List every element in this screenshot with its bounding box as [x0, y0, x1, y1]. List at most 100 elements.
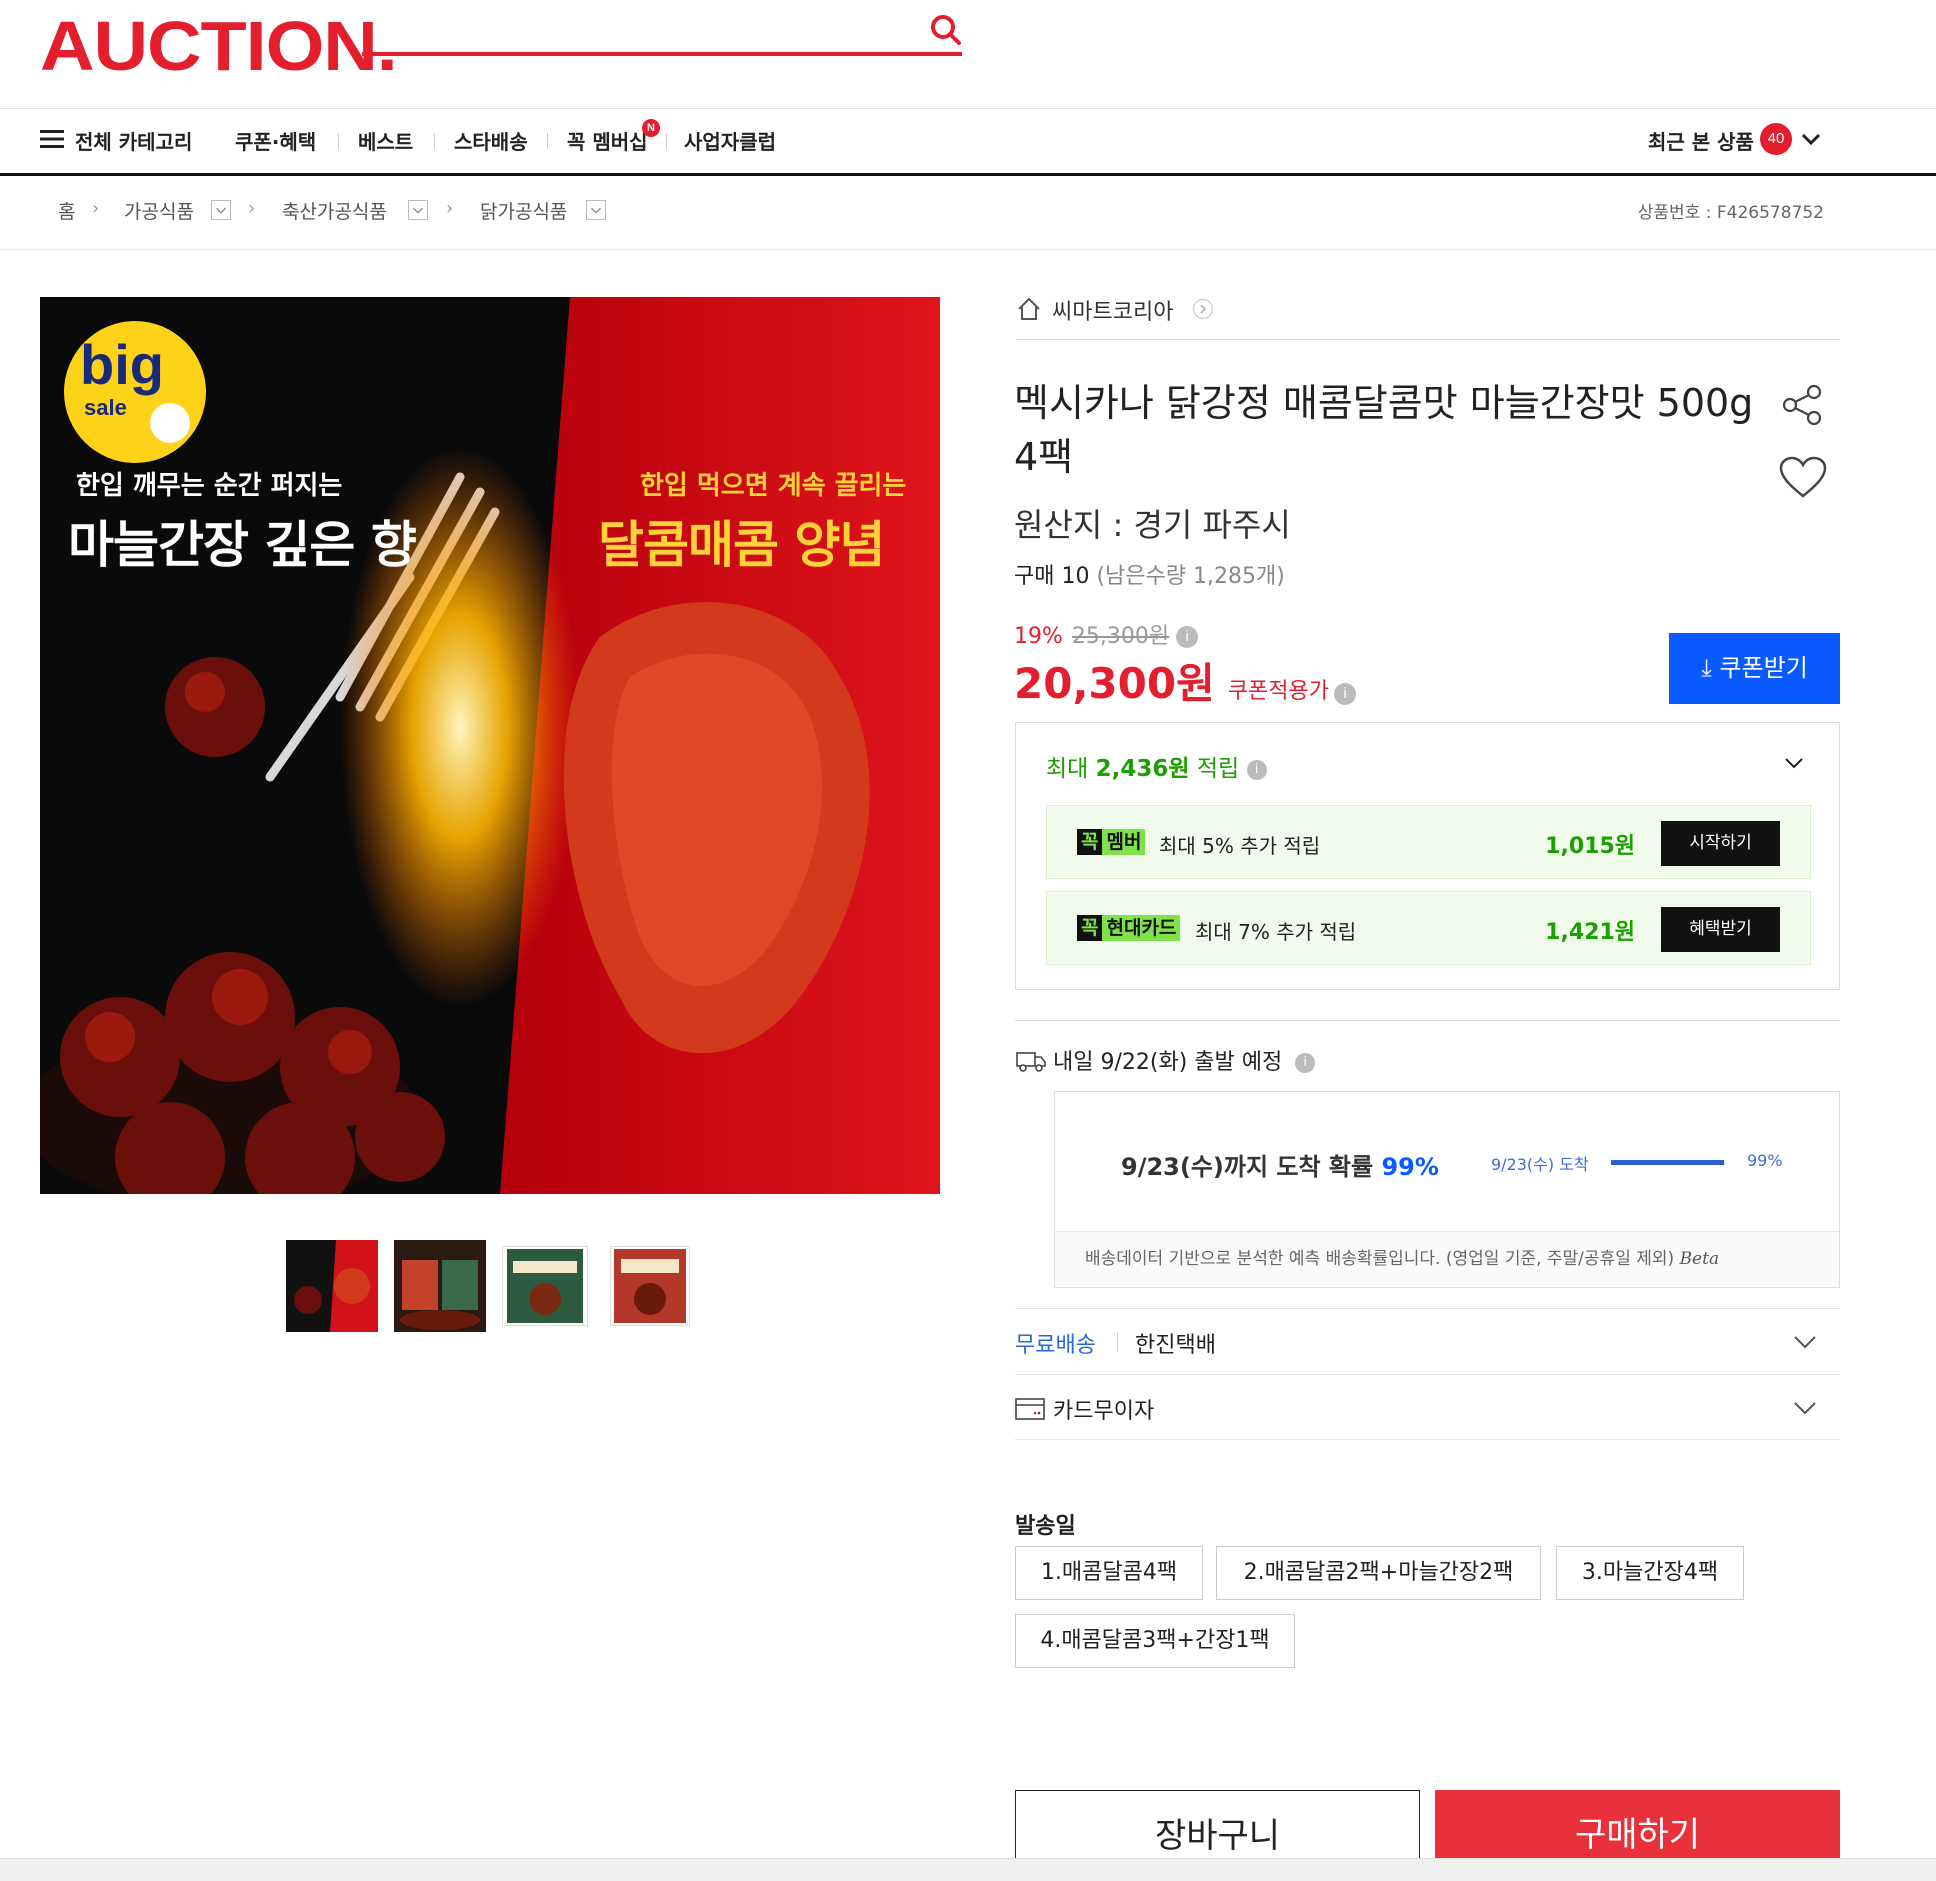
- max-points[interactable]: 최대 2,436원 적립 i: [1046, 749, 1267, 783]
- option-button-4[interactable]: 4.매콤달콤3팩+간장1팩: [1015, 1614, 1295, 1668]
- points-suffix: 적립: [1196, 756, 1240, 782]
- thumbnail-4[interactable]: [610, 1246, 690, 1326]
- member-tag: 꼭 멤버: [1077, 829, 1146, 855]
- original-price: 25,300원: [1071, 624, 1170, 649]
- free-shipping-label: 무료배송: [1015, 1333, 1096, 1358]
- arrival-progress-track: [1611, 1160, 1725, 1165]
- product-title: 멕시카나 닭강정 매콤달콤맛 마늘간장맛 500g 4팩: [1014, 381, 1754, 479]
- chevron-down-icon[interactable]: [1800, 130, 1822, 148]
- purchase-label: 구매 10: [1014, 564, 1090, 589]
- coupon-download-button[interactable]: ⤓ 쿠폰받기: [1669, 633, 1840, 704]
- card-installment-row[interactable]: 카드무이자: [1015, 1374, 1840, 1440]
- horizontal-scrollbar[interactable]: [0, 1858, 1936, 1881]
- coupon-button-label: 쿠폰받기: [1719, 654, 1808, 682]
- chevron-down-icon[interactable]: [1792, 1329, 1818, 1355]
- download-icon: ⤓: [1701, 654, 1712, 682]
- nav-coupon-benefit[interactable]: 쿠폰·혜택: [235, 126, 316, 155]
- share-icon[interactable]: [1780, 382, 1826, 428]
- badge-sale-text: sale: [84, 395, 127, 420]
- recent-products-link[interactable]: 최근 본 상품: [1648, 126, 1754, 155]
- dropdown-icon[interactable]: [586, 200, 606, 220]
- info-icon[interactable]: i: [1295, 1053, 1316, 1073]
- nav-divider: [434, 133, 435, 149]
- main-product-image[interactable]: big sale 한입 깨무는 순간 퍼지는 마늘간장 깊은 향 한입 먹으면 …: [40, 297, 940, 1194]
- image-right-subtitle: 한입 먹으면 계속 끌리는: [640, 471, 907, 501]
- badge-big-text: big: [80, 333, 164, 396]
- product-number: 상품번호 : F426578752: [1637, 203, 1824, 223]
- points-prefix: 최대: [1046, 756, 1089, 782]
- chevron-right-circle-icon[interactable]: [1192, 298, 1214, 320]
- heart-icon[interactable]: [1778, 456, 1828, 500]
- search-icon[interactable]: [928, 12, 964, 48]
- points-amount: 2,436원: [1095, 756, 1190, 782]
- info-icon[interactable]: i: [1334, 682, 1357, 705]
- nav-business-club[interactable]: 사업자클럽: [684, 126, 776, 155]
- nav-membership[interactable]: 꼭 멤버십: [567, 126, 648, 155]
- coupon-price-note: 쿠폰적용가: [1227, 679, 1330, 704]
- arrival-note: 배송데이터 기반으로 분석한 예측 배송확률입니다. (영업일 기준, 주말/공…: [1085, 1249, 1720, 1269]
- chevron-right-icon: ›: [248, 198, 256, 219]
- dropdown-icon[interactable]: [408, 200, 428, 220]
- dropdown-icon[interactable]: [211, 200, 231, 220]
- sale-price: 20,300원: [1014, 659, 1215, 708]
- store-home-icon: [1018, 297, 1040, 320]
- auction-logo[interactable]: AUCTION.: [40, 6, 398, 86]
- origin-info: 원산지 : 경기 파주시: [1014, 506, 1291, 544]
- thumbnail-3[interactable]: [502, 1246, 588, 1326]
- shipping-fee-row[interactable]: 무료배송 한진택배: [1015, 1308, 1840, 1374]
- option-button-1[interactable]: 1.매콤달콤4팩: [1015, 1546, 1203, 1600]
- recent-count-badge: 40: [1760, 123, 1792, 155]
- points-box: 최대 2,436원 적립 i 꼭 멤버 최대 5% 추가 적립 1,015원 시작…: [1015, 722, 1840, 990]
- card-icon: [1015, 1398, 1045, 1420]
- nav-divider: [547, 133, 548, 149]
- divider: [1117, 1332, 1118, 1352]
- image-left-subtitle: 한입 깨무는 순간 퍼지는: [76, 471, 343, 501]
- chevron-down-icon[interactable]: [1782, 753, 1806, 773]
- breadcrumb-item[interactable]: 축산가공식품: [282, 197, 387, 224]
- info-icon[interactable]: i: [1246, 759, 1267, 780]
- nav-star-delivery[interactable]: 스타배송: [454, 126, 528, 155]
- big-sale-badge: big sale: [64, 321, 206, 463]
- main-nav: 전체 카테고리 쿠폰·혜택 베스트 스타배송 꼭 멤버십 N 사업자클럽 최근 …: [0, 108, 1936, 176]
- departure-text: 내일 9/22(화) 출발 예정: [1053, 1050, 1283, 1075]
- nav-divider: [338, 133, 339, 149]
- chevron-down-icon[interactable]: [1792, 1395, 1818, 1421]
- search-input[interactable]: [362, 52, 962, 56]
- arrival-bar-pct: 99%: [1747, 1151, 1783, 1170]
- benefit-button[interactable]: 혜택받기: [1661, 907, 1780, 952]
- image-left-title: 마늘간장 깊은 향: [68, 516, 417, 574]
- bunny-icon: [150, 403, 190, 443]
- seller-name[interactable]: 씨마트코리아: [1052, 294, 1173, 326]
- option-button-3[interactable]: 3.마늘간장4팩: [1556, 1546, 1744, 1600]
- seller-row[interactable]: 씨마트코리아: [1016, 290, 1840, 340]
- departure-row: 내일 9/22(화) 출발 예정 i: [1016, 1044, 1316, 1076]
- start-button[interactable]: 시작하기: [1661, 821, 1780, 866]
- card-bonus-row: 꼭 현대카드 최대 7% 추가 적립 1,421원 혜택받기: [1046, 891, 1811, 965]
- arrival-text: 9/23(수)까지 도착 확률 99%: [1121, 1153, 1439, 1181]
- all-categories-link[interactable]: 전체 카테고리: [75, 126, 192, 155]
- arrival-bar-label: 9/23(수) 도착: [1491, 1155, 1589, 1174]
- breadcrumb-item[interactable]: 닭가공식품: [480, 197, 567, 224]
- truck-icon: [1016, 1052, 1046, 1072]
- info-icon[interactable]: i: [1176, 626, 1199, 648]
- nav-divider: [666, 133, 667, 149]
- menu-icon[interactable]: [40, 127, 64, 151]
- image-right-title: 달콤매콤 양념: [598, 516, 885, 574]
- divider: [1015, 1020, 1840, 1021]
- chevron-right-icon: ›: [92, 198, 100, 219]
- option-title: 발송일: [1015, 1514, 1076, 1539]
- card-tag: 꼭 현대카드: [1077, 915, 1181, 941]
- price-row: 20,300원 쿠폰적용가 i: [1014, 650, 1357, 711]
- option-button-2[interactable]: 2.매콤달콤2팩+마늘간장2팩: [1216, 1546, 1541, 1600]
- discount-row: 19% 25,300원 i: [1014, 618, 1199, 650]
- arrival-progress-fill: [1611, 1160, 1724, 1165]
- thumbnail-2[interactable]: [394, 1240, 486, 1332]
- breadcrumb-home[interactable]: 홈: [58, 197, 75, 224]
- bonus-desc: 최대 5% 추가 적립: [1159, 834, 1321, 858]
- thumbnail-1[interactable]: [286, 1240, 378, 1332]
- nav-best[interactable]: 베스트: [358, 126, 413, 155]
- breadcrumb-item[interactable]: 가공식품: [124, 197, 194, 224]
- new-badge: N: [642, 119, 660, 137]
- bonus-amount: 1,421원: [1545, 920, 1635, 945]
- bonus-amount: 1,015원: [1545, 834, 1635, 859]
